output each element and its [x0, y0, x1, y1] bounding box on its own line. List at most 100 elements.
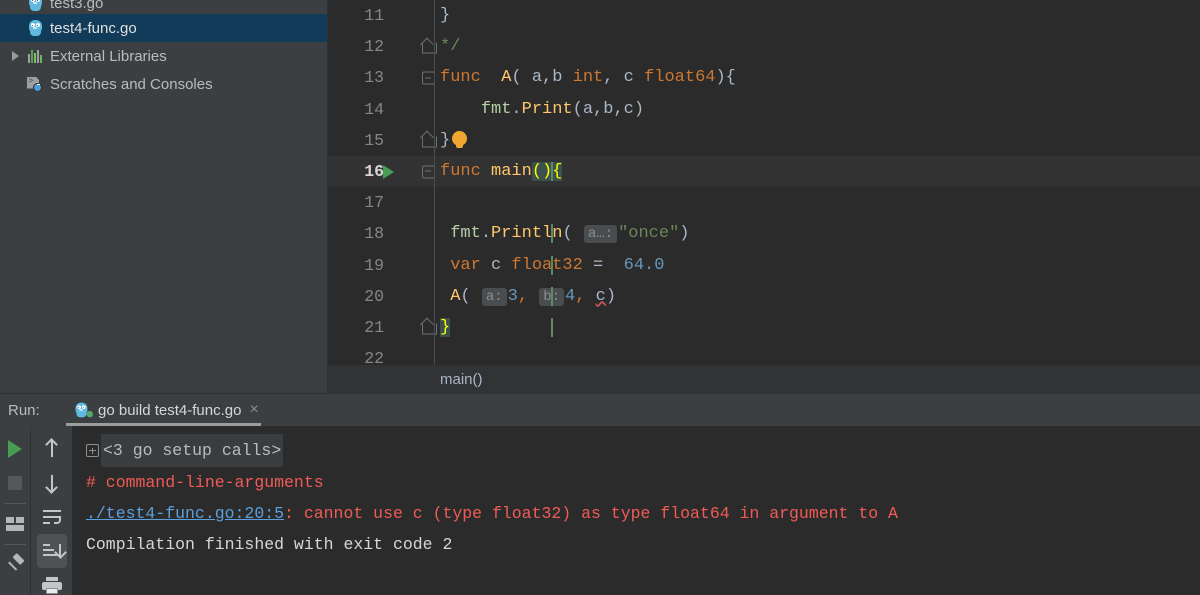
- tree-item-label: External Libraries: [50, 47, 167, 65]
- console-file-link[interactable]: ./test4-func.go:20:5: [86, 498, 284, 529]
- gutter[interactable]: 19: [328, 249, 440, 281]
- toolbar-divider: [4, 544, 26, 545]
- go-run-config-icon: [71, 402, 93, 418]
- code-token: 4: [565, 286, 576, 306]
- code-token: c: [480, 255, 512, 275]
- console-output[interactable]: <3 go setup calls> # command-line-argume…: [72, 426, 1200, 595]
- parameter-hint: a:: [481, 287, 507, 306]
- code-lines[interactable]: 11 } 12 */ 13 func A(a,b int, c float64…: [328, 0, 1200, 365]
- pin-tab-button[interactable]: [0, 548, 30, 582]
- stop-button[interactable]: [0, 466, 30, 500]
- line-number: 16: [364, 162, 384, 182]
- code-text: }: [440, 6, 1200, 25]
- indent-guide: [551, 255, 553, 275]
- code-line[interactable]: 21 }: [328, 311, 1200, 344]
- gutter[interactable]: 16: [328, 155, 440, 188]
- gutter[interactable]: 14: [328, 93, 440, 125]
- code-token: ( a,b: [511, 68, 573, 88]
- line-number: 22: [364, 349, 384, 365]
- code-token: Print: [521, 99, 573, 119]
- code-token: ,: [517, 286, 529, 306]
- gutter[interactable]: 18: [328, 218, 440, 250]
- gutter[interactable]: 13: [328, 62, 440, 94]
- code-line[interactable]: 12 */: [328, 31, 1200, 63]
- run-tab-title: go build test4-func.go: [98, 401, 242, 419]
- code-line[interactable]: 13 func A( a,b int, c float64){: [328, 62, 1200, 94]
- rerun-button[interactable]: [0, 432, 30, 466]
- code-line[interactable]: 22: [328, 343, 1200, 365]
- code-line[interactable]: 11 }: [328, 0, 1200, 32]
- code-line[interactable]: 14 fmt.Print(a,b,c): [328, 93, 1200, 125]
- tree-item-test3-go[interactable]: test3.go: [0, 0, 327, 14]
- gutter[interactable]: 22: [328, 343, 440, 365]
- code-token: int: [572, 68, 604, 88]
- line-number: 12: [364, 37, 384, 57]
- code-line[interactable]: 20 A( a:3, b:4, c): [328, 280, 1200, 312]
- libraries-icon: [24, 49, 46, 63]
- code-text: func A( a,b int, c float64){: [440, 68, 1200, 87]
- gutter-divider: [434, 280, 435, 312]
- layout-button[interactable]: [0, 507, 30, 541]
- gutter[interactable]: 12: [328, 31, 440, 63]
- gutter-divider: [434, 0, 435, 32]
- code-token: (a,b,c): [572, 99, 645, 119]
- run-body: <3 go setup calls> # command-line-argume…: [0, 426, 1200, 595]
- code-token: =: [582, 255, 624, 275]
- code-token: fmt: [480, 99, 512, 119]
- breadcrumb[interactable]: main(): [328, 365, 1200, 393]
- code-text: A( a:3, b:4, c): [440, 286, 1200, 306]
- scratches-icon: >: [24, 76, 46, 92]
- line-number: 14: [364, 99, 384, 119]
- gutter-divider: [434, 187, 435, 219]
- print-button[interactable]: [37, 568, 67, 595]
- up-button[interactable]: [37, 432, 67, 466]
- gutter[interactable]: 15: [328, 124, 440, 156]
- tree-item-external-libraries[interactable]: External Libraries: [0, 42, 327, 70]
- gutter-divider: [434, 124, 435, 156]
- console-line[interactable]: <3 go setup calls>: [86, 434, 1200, 467]
- code-text: fmt.Print(a,b,c): [440, 100, 1200, 119]
- close-icon[interactable]: ×: [247, 402, 260, 418]
- intention-bulb-icon[interactable]: [452, 130, 468, 148]
- run-header: Run: go build test4-func.go ×: [0, 393, 1200, 426]
- code-token: (: [562, 224, 583, 244]
- tree-item-scratches-and-consoles[interactable]: > Scratches and Consoles: [0, 70, 327, 98]
- code-line[interactable]: 17: [328, 187, 1200, 219]
- indent-guide: [551, 224, 553, 244]
- indent-guide: [551, 286, 553, 306]
- arrow-up-icon: [44, 438, 60, 458]
- run-tab[interactable]: go build test4-func.go ×: [62, 394, 265, 427]
- soft-wrap-button[interactable]: [37, 500, 67, 534]
- console-folded-text[interactable]: <3 go setup calls>: [101, 434, 284, 467]
- gutter[interactable]: 21: [328, 311, 440, 344]
- tree-item-label: Scratches and Consoles: [50, 75, 213, 93]
- gutter[interactable]: 20: [328, 280, 440, 312]
- code-text: }: [440, 317, 1200, 337]
- code-line[interactable]: 18 fmt.Println( a…: "once"): [328, 218, 1200, 250]
- expand-fold-icon[interactable]: [86, 444, 99, 457]
- scroll-to-end-button[interactable]: [36, 534, 67, 568]
- play-icon: [8, 440, 22, 458]
- code-token: ): [605, 286, 617, 306]
- line-number: 13: [364, 68, 384, 88]
- tree-item-test4-func-go[interactable]: test4-func.go: [0, 14, 327, 42]
- down-button[interactable]: [37, 466, 67, 500]
- gutter-divider: [434, 311, 435, 344]
- line-number: 21: [364, 317, 384, 337]
- project-tree-panel[interactable]: test3.go test4-func.go External Librarie…: [0, 0, 328, 393]
- console-error-text: # command-line-arguments: [86, 473, 324, 492]
- code-token: 64.0: [623, 255, 665, 275]
- breadcrumb-item[interactable]: main(): [440, 371, 483, 388]
- run-gutter-icon[interactable]: [383, 164, 394, 179]
- gutter-divider: [434, 62, 435, 94]
- code-line[interactable]: 19 var c float32 = 64.0: [328, 249, 1200, 281]
- console-line[interactable]: ./test4-func.go:20:5: cannot use c (type…: [86, 498, 1200, 529]
- gutter[interactable]: 17: [328, 187, 440, 219]
- code-line[interactable]: 15 }: [328, 124, 1200, 156]
- code-editor[interactable]: 11 } 12 */ 13 func A(a,b int, c float64…: [328, 0, 1200, 393]
- gutter[interactable]: 11: [328, 0, 440, 32]
- expand-arrow-icon[interactable]: [6, 51, 24, 61]
- code-line-current[interactable]: 16 func main(){: [328, 155, 1200, 188]
- console-line: Compilation finished with exit code 2: [86, 529, 1200, 560]
- code-token: }: [440, 6, 451, 26]
